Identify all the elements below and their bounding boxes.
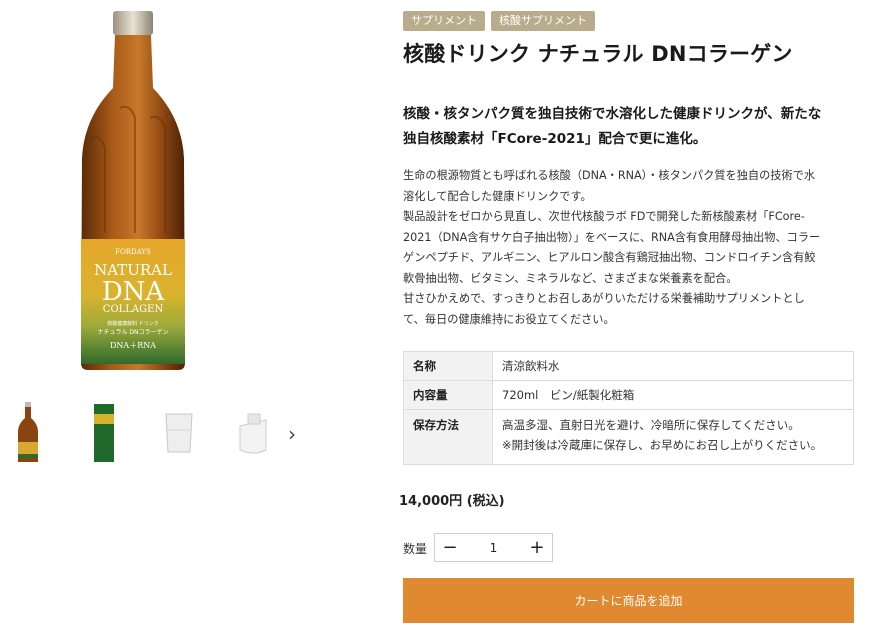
svg-text:COLLAGEN: COLLAGEN bbox=[103, 304, 164, 315]
lead-line: 核酸・核タンパク質を独自技術で水溶化した健康ドリンクが、新たな bbox=[403, 106, 822, 122]
description-line: 製品設計をゼロから見直し、次世代核酸ラボ FDで開発した新核酸素材「FCore- bbox=[403, 210, 805, 223]
thumbnail-strip bbox=[8, 400, 308, 470]
lead-line: 独自核酸素材「FCore-2021」配合で更に進化。 bbox=[403, 131, 707, 147]
svg-text:ナチュラル DNコラーゲン: ナチュラル DNコラーゲン bbox=[97, 328, 168, 336]
table-row: 保存方法 高温多湿、直射日光を避け、冷暗所に保存してください。 ※開封後は冷蔵庫… bbox=[403, 409, 854, 465]
thumbnail-box[interactable] bbox=[86, 400, 142, 466]
product-lead: 核酸・核タンパク質を独自技術で水溶化した健康ドリンクが、新たな 独自核酸素材「F… bbox=[403, 102, 853, 152]
description-line: 溶化して配合した健康ドリンクです。 bbox=[403, 189, 592, 203]
svg-text:核酸健康飲料 ドリンク: 核酸健康飲料 ドリンク bbox=[107, 320, 159, 327]
table-row: 内容量 720ml ビン/紙製化粧箱 bbox=[403, 380, 854, 410]
minus-icon[interactable]: − bbox=[435, 534, 465, 561]
thumbnail-bottle[interactable] bbox=[8, 400, 64, 466]
spec-value: 清涼飲料水 bbox=[492, 351, 854, 381]
thumbnail-cup[interactable] bbox=[160, 400, 216, 466]
description-line: 生命の根源物質とも呼ばれる核酸（DNA・RNA）・核タンパク質を独自の技術で水 bbox=[403, 169, 816, 182]
spec-value-line: 清涼飲料水 bbox=[502, 359, 560, 373]
product-description: 生命の根源物質とも呼ばれる核酸（DNA・RNA）・核タンパク質を独自の技術で水 … bbox=[403, 166, 855, 330]
thumbnail-cap[interactable] bbox=[234, 400, 290, 466]
spec-key: 内容量 bbox=[403, 380, 493, 410]
product-title: 核酸ドリンク ナチュラル DNコラーゲン bbox=[403, 42, 793, 66]
spec-value: 720ml ビン/紙製化粧箱 bbox=[492, 380, 854, 410]
description-line: 甘さひかえめで、すっきりとお召しあがりいただける栄養補助サプリメントとし bbox=[403, 292, 805, 305]
spec-value-line: 高温多湿、直射日光を避け、冷暗所に保存してください。 bbox=[502, 418, 800, 432]
spec-key: 保存方法 bbox=[403, 409, 493, 465]
description-line: ゲンペプチド、アルギニン、ヒアルロン酸含有鶏冠抽出物、コンドロイチン含有鮫 bbox=[403, 251, 816, 264]
spec-value: 高温多湿、直射日光を避け、冷暗所に保存してください。 ※開封後は冷蔵庫に保存し、… bbox=[492, 409, 854, 465]
spec-key: 名称 bbox=[403, 351, 493, 381]
spec-value-line: 720ml ビン/紙製化粧箱 bbox=[502, 388, 635, 402]
spec-table: 名称 清涼飲料水 内容量 720ml ビン/紙製化粧箱 保存方法 高温多湿、直射… bbox=[403, 351, 854, 465]
category-tags: サプリメント 核酸サプリメント bbox=[403, 11, 595, 31]
tag-nucleic-supplement[interactable]: 核酸サプリメント bbox=[491, 11, 595, 31]
add-to-cart-button[interactable]: カートに商品を追加 bbox=[403, 578, 854, 623]
svg-text:DNA: DNA bbox=[102, 277, 166, 307]
description-line: て、毎日の健康維持にお役立てください。 bbox=[403, 312, 615, 326]
svg-text:DNA＋RNA: DNA＋RNA bbox=[110, 341, 156, 350]
spec-value-line: ※開封後は冷蔵庫に保存し、お早めにお召し上がりください。 bbox=[502, 438, 823, 452]
product-main-image: FORDAYS NATURAL DNA COLLAGEN 核酸健康飲料 ドリンク… bbox=[70, 8, 196, 374]
tag-supplement[interactable]: サプリメント bbox=[403, 11, 485, 31]
quantity-stepper: − + bbox=[434, 533, 553, 562]
description-line: 2021（DNA含有サケ白子抽出物）」をベースに、RNA含有食用酵母抽出物、コラ… bbox=[403, 230, 821, 244]
quantity-label: 数量 bbox=[403, 542, 428, 556]
table-row: 名称 清涼飲料水 bbox=[403, 351, 854, 381]
description-line: 軟骨抽出物、ビタミン、ミネラルなど、さまざまな栄養素を配合。 bbox=[403, 271, 738, 285]
chevron-right-icon[interactable]: › bbox=[283, 423, 301, 445]
plus-icon[interactable]: + bbox=[522, 534, 552, 561]
price: 14,000円 (税込) bbox=[399, 494, 505, 509]
svg-text:FORDAYS: FORDAYS bbox=[115, 248, 151, 256]
quantity-input[interactable] bbox=[465, 539, 522, 556]
